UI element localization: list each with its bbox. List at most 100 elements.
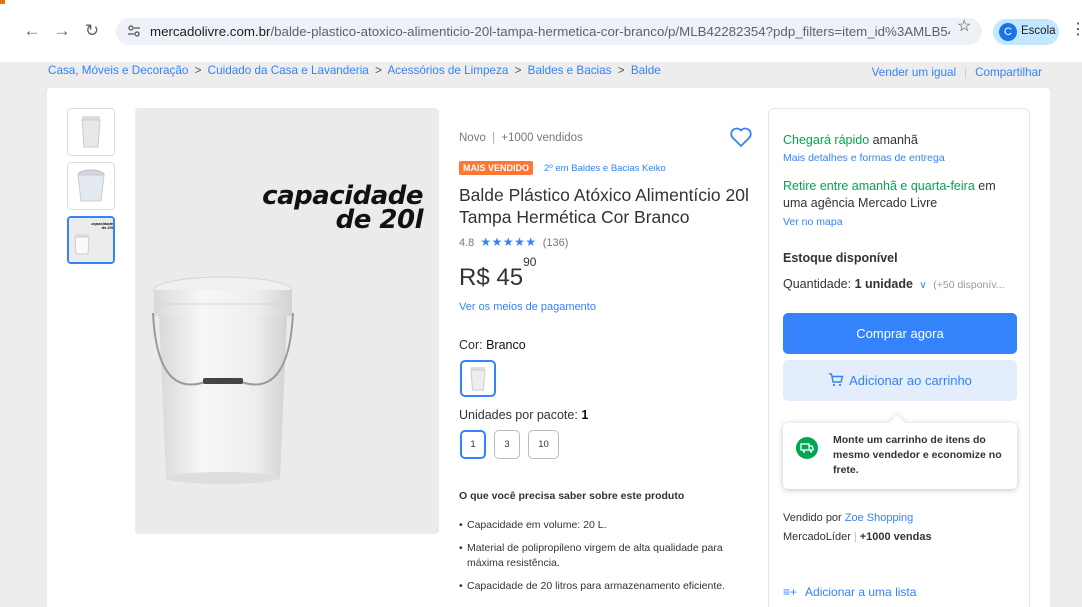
add-to-list-label: Adicionar a uma lista (805, 585, 917, 599)
color-value: Branco (486, 338, 526, 352)
seller-reputation: MercadoLíder | +1000 vendas (783, 531, 932, 543)
units-label-text: Unidades por pacote: (459, 408, 582, 422)
top-actions: Vender um igual | Compartilhar (872, 66, 1042, 79)
highlights-title: O que você precisa saber sobre este prod… (459, 490, 685, 502)
sold-by-label: Vendido por (783, 512, 845, 524)
stock-title: Estoque disponível (783, 251, 898, 265)
reload-icon[interactable]: ↻ (82, 22, 102, 40)
color-label-text: Cor: (459, 338, 487, 352)
breadcrumb-item[interactable]: Casa, Móveis e Decoração (48, 64, 188, 77)
pickup-label: Retire entre amanhã e quarta-feira (783, 179, 975, 193)
buy-now-button[interactable]: Comprar agora (783, 313, 1017, 354)
back-icon[interactable]: ← (22, 22, 42, 40)
payment-methods-link[interactable]: Ver os meios de pagamento (459, 301, 596, 313)
breadcrumb-item[interactable]: Baldes e Bacias (528, 64, 612, 77)
rating-value: 4.8 (459, 237, 475, 249)
address-bar-row: ← → ↻ mercadolivre.com.br/balde-plastico… (0, 12, 1082, 50)
quantity-selector[interactable]: Quantidade: 1 unidade ∨ (+50 disponív... (783, 277, 1005, 291)
price: R$ 4590 (459, 255, 536, 292)
map-link[interactable]: Ver no mapa (783, 216, 843, 228)
sell-similar-link[interactable]: Vender um igual (872, 66, 956, 79)
buy-box: Chegará rápido amanhã Mais detalhes e fo… (768, 108, 1030, 607)
browser-toolbar: ← → ↻ mercadolivre.com.br/balde-plastico… (0, 0, 1082, 62)
quantity-available: (+50 disponív... (933, 279, 1005, 291)
product-title: Balde Plástico Atóxico Alimentício 20l T… (459, 185, 749, 227)
truck-icon (796, 437, 818, 459)
price-cents: 90 (523, 255, 537, 269)
fast-delivery-label: Chegará rápido (783, 133, 870, 147)
url-path: /balde-plastico-atoxico-alimenticio-20l-… (270, 24, 950, 39)
bucket-thumb-icon (81, 116, 101, 148)
product-card: capacidade de 20l capacidade de 20l Novo… (47, 88, 1050, 607)
pickup-info: Retire entre amanhã e quarta-feira em (783, 179, 996, 193)
list-item: Material de polipropileno virgem de alta… (459, 541, 739, 571)
bookmark-star-icon[interactable]: ☆ (957, 16, 971, 36)
bucket-image (152, 276, 294, 484)
profile-button[interactable]: C Escola (993, 19, 1059, 45)
unit-option-10[interactable]: 10 (528, 430, 559, 459)
forward-icon[interactable]: → (52, 22, 72, 40)
seller-link[interactable]: Zoe Shopping (845, 512, 914, 524)
sold-count: +1000 vendidos (501, 132, 583, 144)
unit-option-1[interactable]: 1 (460, 430, 486, 459)
delivery-details-link[interactable]: Mais detalhes e formas de entrega (783, 152, 945, 164)
bucket-open-thumb-icon (77, 169, 105, 202)
breadcrumb-item[interactable]: Balde (631, 64, 661, 77)
address-bar[interactable]: mercadolivre.com.br/balde-plastico-atoxi… (116, 18, 982, 45)
breadcrumb-separator: > (375, 64, 382, 77)
list-item: Capacidade de 20 litros para armazenamen… (459, 579, 739, 594)
list-item: Capacidade em volume: 20 L. (459, 518, 739, 533)
thumbnail-2[interactable] (67, 162, 115, 210)
breadcrumb-separator: > (194, 64, 202, 77)
breadcrumb-item[interactable]: Acessórios de Limpeza (388, 64, 509, 77)
share-link[interactable]: Compartilhar (975, 66, 1042, 79)
seller-sales: +1000 vendas (859, 531, 932, 543)
add-to-list-link[interactable]: ≡+ Adicionar a uma lista (783, 585, 916, 599)
condition: Novo (459, 132, 486, 144)
thumbnail-3[interactable]: capacidade de 20l (67, 216, 115, 264)
highlights-list: Capacidade em volume: 20 L. Material de … (459, 518, 739, 602)
breadcrumb-separator: > (514, 64, 522, 77)
seller-level: MercadoLíder (783, 531, 851, 543)
price-integer: 45 (496, 264, 524, 291)
add-to-cart-button[interactable]: Adicionar ao carrinho (783, 360, 1017, 401)
thumbnail-1[interactable] (67, 108, 115, 156)
heart-icon[interactable] (729, 126, 753, 148)
fast-delivery-when: amanhã (869, 133, 918, 147)
breadcrumb: Casa, Móveis e Decoração > Cuidado da Ca… (48, 64, 661, 77)
cart-tip-popover: Monte um carrinho de itens do mesmo vend… (783, 414, 1017, 489)
profile-avatar: C (999, 23, 1017, 41)
fast-delivery: Chegará rápido amanhã (783, 133, 918, 147)
sold-by: Vendido por Zoe Shopping (783, 512, 913, 524)
main-product-image[interactable]: capacidade de 20l (135, 108, 439, 534)
review-count: (136) (542, 237, 569, 249)
bucket-swatch-icon (470, 367, 486, 391)
add-list-icon: ≡+ (783, 585, 798, 599)
breadcrumb-item[interactable]: Cuidado da Casa e Lavanderia (208, 64, 369, 77)
tooltip-arrow (888, 414, 906, 432)
price-currency: R$ (459, 264, 490, 291)
quantity-value: 1 unidade (854, 277, 913, 291)
condition-sold: Novo | +1000 vendidos (459, 132, 583, 144)
url-domain: mercadolivre.com.br (150, 24, 271, 39)
units-label: Unidades por pacote: 1 (459, 408, 588, 422)
browser-menu-icon[interactable]: ⋮ (1070, 19, 1082, 39)
url-text: mercadolivre.com.br/balde-plastico-atoxi… (150, 24, 950, 39)
best-seller-badge: MAIS VENDIDO (459, 161, 534, 175)
profile-name: Escola (1021, 25, 1056, 37)
rating[interactable]: 4.8 ★★★★★ (136) (459, 235, 568, 249)
tooltip-text: Monte um carrinho de itens do mesmo vend… (833, 434, 1002, 476)
divider: | (964, 66, 968, 79)
color-swatch-branco[interactable] (460, 360, 496, 397)
thumb-caption: capacidade de 20l (91, 221, 113, 230)
unit-option-3[interactable]: 3 (494, 430, 520, 459)
chevron-down-icon: ∨ (919, 280, 927, 291)
pickup-rest: em (974, 179, 996, 193)
color-label: Cor: Branco (459, 338, 526, 352)
category-rank-link[interactable]: 2º em Baldes e Bacias Keiko (544, 163, 666, 174)
quantity-label: Quantidade: (783, 277, 855, 291)
breadcrumb-separator: > (617, 64, 625, 77)
star-rating-icon: ★★★★★ (480, 235, 537, 249)
units-value: 1 (581, 408, 589, 422)
site-settings-icon[interactable] (126, 23, 142, 39)
